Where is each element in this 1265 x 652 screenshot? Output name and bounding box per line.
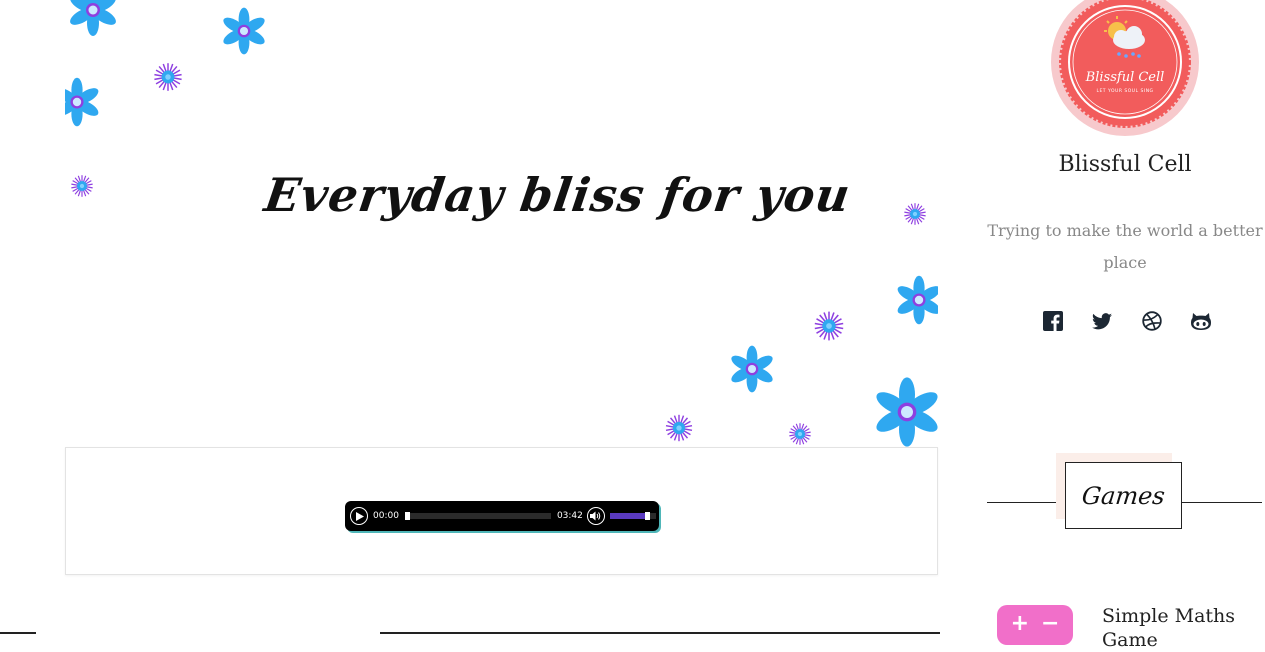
play-button[interactable] — [350, 507, 368, 525]
flower-icon — [903, 202, 927, 226]
dribbble-link[interactable] — [1141, 310, 1163, 332]
flower-icon — [788, 422, 812, 446]
dribbble-icon — [1141, 311, 1162, 331]
play-icon — [356, 511, 364, 521]
flower-icon — [65, 77, 101, 127]
flower-icon — [729, 345, 775, 393]
seek-bar[interactable] — [404, 512, 551, 520]
social-links — [1042, 310, 1212, 332]
seek-handle[interactable] — [404, 512, 410, 520]
twitter-icon — [1092, 312, 1113, 329]
game-title-link[interactable]: Simple Maths Game — [1102, 604, 1262, 652]
game-thumbnail[interactable]: + − — [997, 605, 1073, 645]
flower-icon — [70, 174, 94, 198]
flower-icon — [67, 0, 119, 36]
flower-icon — [814, 310, 844, 342]
site-logo[interactable] — [1051, 0, 1199, 136]
minus-icon: − — [1041, 611, 1060, 636]
hero-title: Everyday bliss for you — [261, 168, 855, 222]
site-tagline: Trying to make the world a better place — [987, 221, 1263, 272]
volume-level — [609, 513, 649, 519]
flower-icon — [665, 414, 693, 442]
flower-icon — [153, 62, 183, 92]
section-title: Games — [1080, 481, 1167, 510]
duration: 03:42 — [556, 511, 583, 521]
mute-button[interactable] — [586, 507, 605, 525]
volume-handle[interactable] — [644, 512, 650, 520]
sidebar: Blissful Cell LET YOUR SOUL SING Blissfu… — [985, 0, 1265, 651]
plus-icon: + — [1010, 611, 1029, 636]
logo-subtext: LET YOUR SOUL SING — [1096, 89, 1154, 94]
flower-icon — [895, 275, 938, 325]
site-name[interactable]: Blissful Cell — [985, 152, 1265, 177]
volume-icon — [590, 511, 601, 521]
facebook-icon — [1043, 311, 1063, 331]
twitter-link[interactable] — [1091, 310, 1113, 332]
flower-icon — [221, 7, 267, 55]
logo-text: Blissful Cell — [1085, 70, 1165, 85]
audio-card: 00:00 03:42 — [65, 447, 938, 575]
flower-icon — [872, 377, 938, 447]
github-link[interactable] — [1190, 310, 1212, 332]
volume-slider[interactable] — [609, 512, 656, 520]
audio-player[interactable]: 00:00 03:42 — [345, 501, 659, 531]
section-title-box: Games — [1065, 462, 1182, 529]
hero-banner: Everyday bliss for you — [65, 0, 938, 448]
current-time: 00:00 — [373, 511, 399, 521]
facebook-link[interactable] — [1042, 310, 1064, 332]
github-icon — [1190, 313, 1211, 330]
